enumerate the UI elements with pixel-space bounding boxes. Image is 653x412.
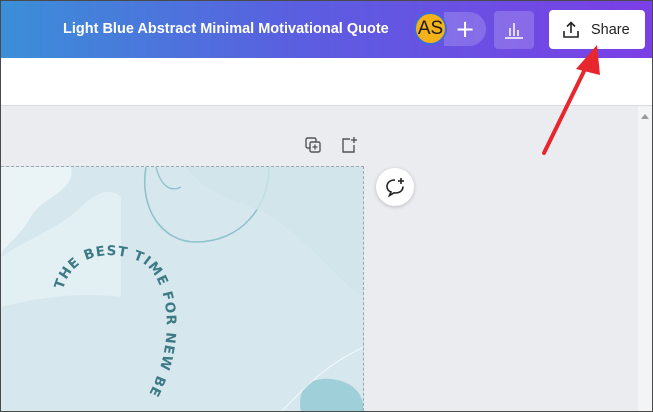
vertical-scrollbar[interactable]: [638, 106, 652, 411]
share-label: Share: [591, 21, 630, 38]
upload-icon: [563, 20, 579, 38]
scroll-up-arrow-icon[interactable]: [641, 114, 649, 119]
editor-toolbar: [1, 58, 652, 106]
add-page-icon: [342, 137, 357, 153]
plus-icon: +: [454, 15, 476, 43]
document-title[interactable]: Light Blue Abstract Minimal Motivational…: [63, 21, 389, 37]
design-canvas[interactable]: THE BEST TIME FOR NEW BE: [1, 166, 364, 411]
insights-button[interactable]: [494, 11, 534, 49]
quote-design: THE BEST TIME FOR NEW BE: [1, 167, 363, 411]
bar-chart-icon: [505, 23, 523, 39]
share-button[interactable]: Share: [549, 10, 645, 49]
avatar[interactable]: AS: [414, 12, 447, 45]
add-comment-button[interactable]: [376, 168, 414, 206]
editor-window: Light Blue Abstract Minimal Motivational…: [0, 0, 653, 412]
add-comment-icon: [386, 178, 404, 198]
add-page-button[interactable]: [339, 135, 359, 155]
add-collaborator-button[interactable]: +: [444, 12, 486, 46]
duplicate-page-icon: [305, 137, 321, 153]
duplicate-page-button[interactable]: [303, 135, 323, 155]
top-bar: Light Blue Abstract Minimal Motivational…: [1, 1, 652, 58]
avatar-initials: AS: [417, 17, 444, 39]
